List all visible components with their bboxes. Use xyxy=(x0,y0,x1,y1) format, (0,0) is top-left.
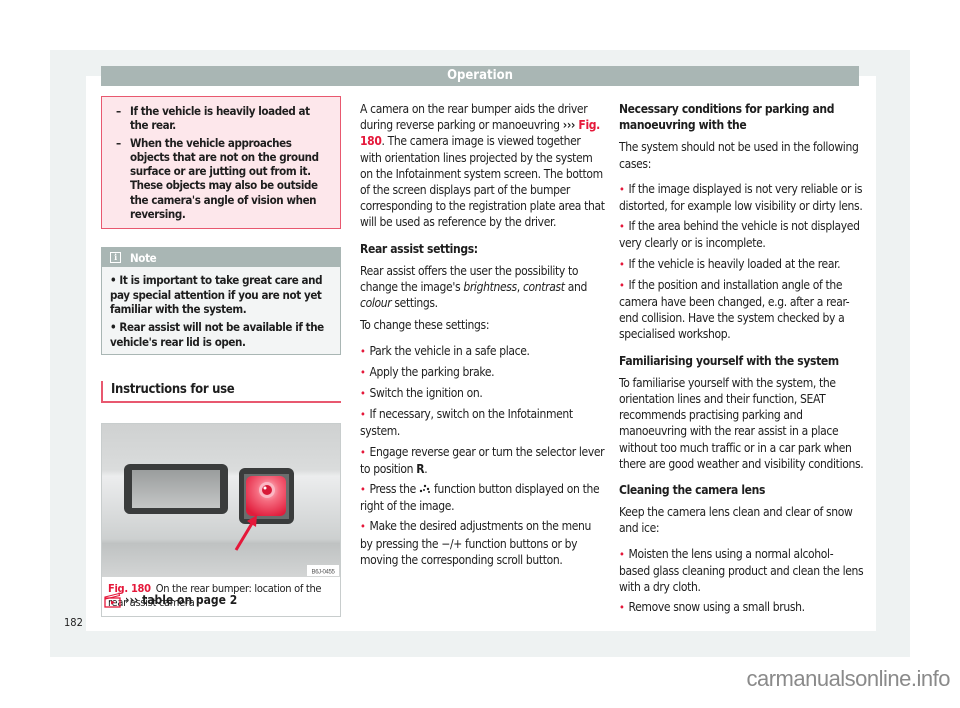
condition-item: • If the vehicle is heavily loaded at the… xyxy=(619,256,841,271)
settings-dots-icon xyxy=(419,484,430,494)
condition-item: • If the image displayed is not very reli… xyxy=(619,181,863,214)
cleaning-step: • Remove snow using a small brush. xyxy=(619,600,805,615)
warning-item: – If the vehicle is heavily loaded at the… xyxy=(116,104,310,133)
note-header: i Note xyxy=(102,248,340,268)
condition-item: • If the area behind the vehicle is not d… xyxy=(619,219,860,251)
conditions-intro: The system should not be used in the fol… xyxy=(619,140,859,171)
step-item: • Press the function button displayed on … xyxy=(360,482,600,514)
step-item: • Apply the parking brake. xyxy=(360,364,495,379)
condition-item: • If the position and installation angle … xyxy=(619,277,850,342)
settings-heading: Rear assist settings: xyxy=(360,241,478,256)
clapper-video-icon xyxy=(104,592,121,608)
note-item: • It is important to take great care and… xyxy=(110,273,323,316)
step-item: • Switch the ignition on. xyxy=(360,386,483,401)
page-number: 182 xyxy=(64,616,83,629)
familiarising-paragraph: To familiarise yourself with the system,… xyxy=(619,375,864,471)
settings-paragraph: Rear assist offers the user the possibil… xyxy=(360,263,588,311)
step-item: • If necessary, switch on the Infotainmen… xyxy=(360,407,573,439)
step-item: • Make the desired adjustments on the men… xyxy=(360,519,592,567)
info-icon: i xyxy=(110,252,121,264)
note-item: • Rear assist will not be available if t… xyxy=(110,320,324,349)
page-header: Operation xyxy=(101,66,859,86)
cleaning-heading: Cleaning the camera lens xyxy=(619,483,766,498)
familiarising-heading: Familiarising yourself with the system xyxy=(619,353,839,368)
watermark: carmanualsonline.info xyxy=(746,666,950,691)
change-settings-heading: To change these settings: xyxy=(360,318,490,333)
note-body: • It is important to take great care and… xyxy=(102,267,340,354)
step-item: • Park the vehicle in a safe place. xyxy=(360,343,530,358)
note-title: Note xyxy=(130,250,157,265)
column-right: Necessary conditions for parking and man… xyxy=(619,101,864,620)
cleaning-step: • Moisten the lens using a normal alcohol… xyxy=(619,546,864,595)
column-left: – If the vehicle is heavily loaded at the… xyxy=(101,96,341,617)
warning-item: – When the vehicle approaches objects tha… xyxy=(116,135,319,222)
header-title: Operation xyxy=(447,68,513,83)
rear-bumper-camera-image: B6J-0455 xyxy=(102,423,340,577)
note-box: i Note • It is important to take great c… xyxy=(101,247,341,355)
warning-box: – If the vehicle is heavily loaded at the… xyxy=(101,96,341,230)
cleaning-intro: Keep the camera lens clean and clear of … xyxy=(619,505,853,536)
column-middle: A camera on the rear bumper aids the dri… xyxy=(360,101,605,572)
conditions-heading: Necessary conditions for parking and man… xyxy=(619,102,835,133)
figure: B6J-0455 Fig. 180 On the rear bumper: loc… xyxy=(101,422,341,617)
figure-code: B6J-0455 xyxy=(312,569,336,575)
step-item: • Engage reverse gear or turn the selecto… xyxy=(360,444,605,476)
table-reference-link[interactable]: ››› table on page 2 xyxy=(104,592,237,608)
intro-paragraph: A camera on the rear bumper aids the dri… xyxy=(360,102,605,230)
section-title: Instructions for use xyxy=(101,380,341,403)
